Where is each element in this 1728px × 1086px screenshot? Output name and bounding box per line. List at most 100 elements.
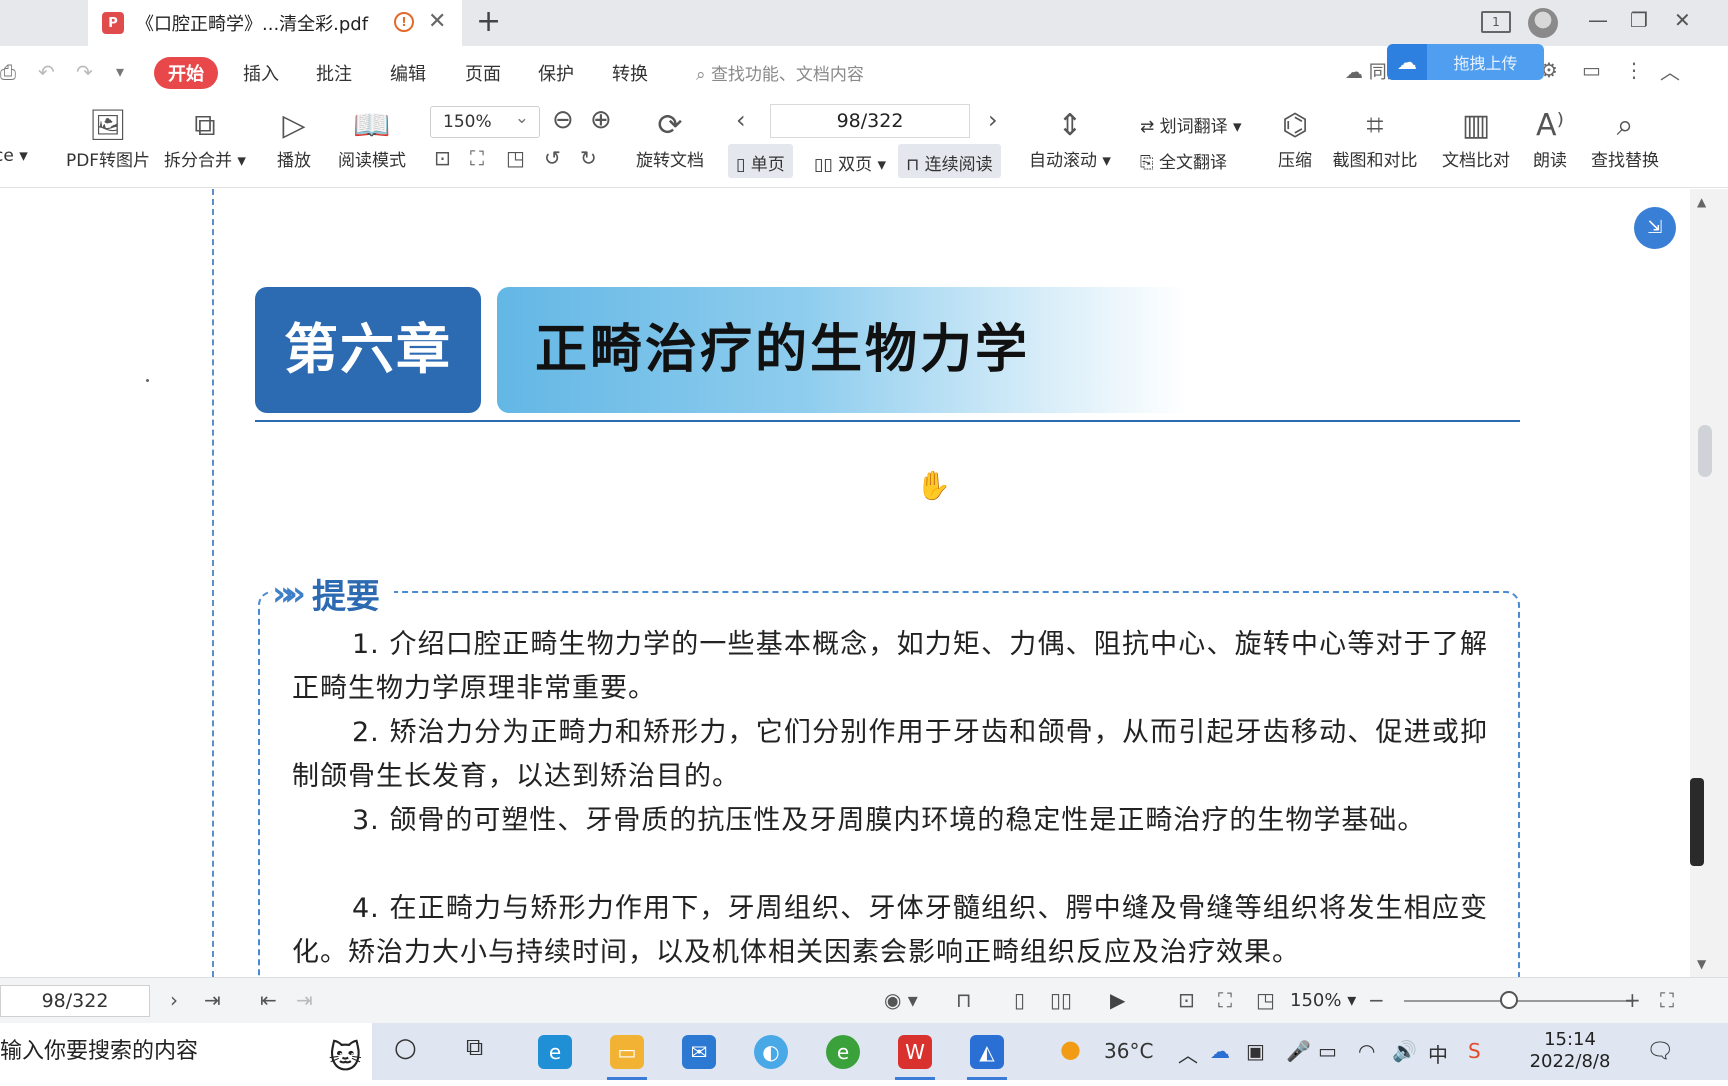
screenshot-compare-button[interactable]: ⌗ 截图和对比: [1330, 106, 1420, 171]
temperature[interactable]: 36°C: [1104, 1039, 1153, 1063]
volume-icon[interactable]: 🔊: [1392, 1039, 1417, 1063]
menu-page[interactable]: 页面: [465, 60, 501, 86]
zoom-out-icon[interactable]: ⊖: [552, 100, 574, 140]
function-search[interactable]: ⌕ 查找功能、文档内容: [696, 60, 864, 85]
last-page-icon[interactable]: ⇥: [204, 988, 221, 1012]
notification-icon[interactable]: 🗨: [1646, 1039, 1674, 1064]
rotate-document-button[interactable]: ⟳ 旋转文档: [630, 106, 710, 171]
scroll-thumb[interactable]: [1698, 425, 1712, 477]
task-view-icon[interactable]: ⧉: [466, 1033, 483, 1061]
tray-expand-icon[interactable]: ︿: [1178, 1039, 1198, 1068]
split-merge-button[interactable]: ⧉ 拆分合并 ▾: [160, 106, 250, 171]
ie-browser-icon[interactable]: e: [826, 1035, 860, 1069]
next-page-icon[interactable]: ›: [170, 988, 178, 1012]
rotate-left-icon[interactable]: ↺: [544, 146, 561, 170]
redo-icon[interactable]: ↷: [76, 60, 93, 84]
auto-scroll-button[interactable]: ⇕ 自动滚动 ▾: [1024, 106, 1116, 171]
actual-size-icon[interactable]: ⊡: [434, 146, 451, 170]
edge-icon[interactable]: e: [538, 1035, 572, 1069]
zoom-select[interactable]: 150%: [430, 106, 540, 138]
zoom-slider-track[interactable]: [1404, 1000, 1634, 1002]
warning-icon[interactable]: !: [394, 12, 414, 32]
quick-access-dropdown-icon[interactable]: ▾: [116, 62, 124, 81]
restore-icon[interactable]: ❐: [1630, 8, 1648, 32]
qq-browser-icon[interactable]: ◐: [754, 1035, 788, 1069]
play-button[interactable]: ▷ 播放: [270, 106, 318, 171]
single-page-button[interactable]: ▯ 单页: [728, 144, 793, 178]
more-icon[interactable]: ⋮: [1624, 58, 1644, 82]
compress-button[interactable]: ⌬ 压缩: [1270, 106, 1320, 171]
single-view-icon[interactable]: ▯: [1014, 988, 1025, 1012]
cortana-icon[interactable]: ○: [394, 1033, 417, 1063]
status-page-input[interactable]: 98/322: [0, 985, 150, 1017]
page-number-input[interactable]: 98/322: [770, 104, 970, 138]
undo-icon[interactable]: ↶: [38, 60, 55, 84]
menu-edit[interactable]: 编辑: [390, 60, 426, 86]
close-tab-icon[interactable]: ✕: [428, 9, 446, 34]
word-translate-button[interactable]: ⇄ 划词翻译 ▾: [1140, 112, 1242, 137]
read-mode-button[interactable]: 📖 阅读模式: [332, 106, 412, 171]
mail-icon[interactable]: ✉: [682, 1035, 716, 1069]
find-replace-button[interactable]: ⌕ 查找替换: [1588, 106, 1662, 171]
new-tab-button[interactable]: +: [476, 4, 501, 39]
double-view-icon[interactable]: ▯▯: [1050, 988, 1072, 1012]
comment-icon[interactable]: ▭: [1582, 58, 1601, 82]
fit-page-status-icon[interactable]: ⛶: [1218, 988, 1232, 1012]
rotate-right-icon[interactable]: ↻: [580, 146, 597, 170]
cloud-upload-button[interactable]: ☁ 拖拽上传: [1387, 44, 1544, 80]
menu-convert[interactable]: 转换: [612, 60, 648, 86]
wifi-icon[interactable]: ◠: [1358, 1039, 1375, 1063]
actual-size-status-icon[interactable]: ⊡: [1178, 988, 1195, 1012]
close-window-icon[interactable]: ✕: [1674, 8, 1691, 32]
status-zoom-value[interactable]: 150% ▾: [1290, 990, 1356, 1011]
zoom-slider-knob[interactable]: [1500, 991, 1518, 1009]
fit-width-status-icon[interactable]: ◳: [1256, 988, 1275, 1012]
pdf-to-image-button[interactable]: 🖼 PDF转图片: [48, 106, 168, 171]
fullscreen-icon[interactable]: ⛶: [1660, 988, 1674, 1012]
previous-page-icon[interactable]: ‹: [736, 106, 746, 134]
eye-protect-icon[interactable]: ◉ ▾: [884, 988, 918, 1012]
collapse-ribbon-icon[interactable]: ︿: [1660, 56, 1680, 85]
avatar[interactable]: [1528, 8, 1558, 38]
baidu-netdisk-tray-icon[interactable]: ☁: [1210, 1039, 1230, 1063]
zoom-in-status-icon[interactable]: +: [1624, 988, 1641, 1012]
floating-tool-button[interactable]: ⇲: [1634, 207, 1676, 249]
double-page-button[interactable]: ▯▯ 双页 ▾: [806, 144, 894, 178]
menu-protect[interactable]: 保护: [538, 60, 574, 86]
zoom-out-status-icon[interactable]: −: [1368, 988, 1385, 1012]
document-tab[interactable]: P 《口腔正畸学》...清全彩.pdf ! ✕: [88, 0, 462, 46]
menu-insert[interactable]: 插入: [243, 60, 279, 86]
ime-indicator[interactable]: 中: [1428, 1039, 1448, 1068]
continuous-view-icon[interactable]: ⊓: [956, 988, 972, 1012]
next-page-icon[interactable]: ›: [988, 106, 998, 134]
scroll-up-icon[interactable]: ▲: [1697, 195, 1706, 209]
print-icon[interactable]: ⎙: [0, 60, 16, 84]
file-explorer-icon[interactable]: ▭: [610, 1035, 644, 1069]
menu-start[interactable]: 开始: [154, 57, 218, 89]
play-slideshow-icon[interactable]: ▶: [1110, 988, 1125, 1012]
menu-annotate[interactable]: 批注: [316, 60, 352, 86]
scroll-down-icon[interactable]: ▼: [1697, 957, 1706, 971]
clock[interactable]: 15:14 2022/8/8: [1524, 1029, 1616, 1073]
sogou-ime-icon[interactable]: S: [1468, 1039, 1481, 1063]
read-aloud-button[interactable]: A⁾ 朗读: [1530, 106, 1570, 171]
full-translate-button[interactable]: ⎘ 全文翻译: [1140, 148, 1227, 173]
tray-app-icon[interactable]: ▣: [1246, 1039, 1265, 1063]
forward-icon[interactable]: ⇥: [296, 988, 313, 1012]
window-layout-icon[interactable]: 1: [1481, 11, 1511, 33]
document-viewport[interactable]: 第六章 正畸治疗的生物力学 ✋ »» 提要 1. 介绍口腔正畸生物力学的一些基本…: [0, 189, 1690, 977]
wps-icon[interactable]: W: [898, 1035, 932, 1069]
continuous-read-button[interactable]: ⊓ 连续阅读: [898, 144, 1001, 178]
toolbar-cut-off-item[interactable]: ce ▾: [0, 146, 28, 166]
microphone-icon[interactable]: 🎤: [1286, 1039, 1311, 1063]
zoom-in-icon[interactable]: ⊕: [590, 100, 612, 140]
battery-icon[interactable]: ▭: [1318, 1039, 1337, 1063]
back-icon[interactable]: ⇤: [260, 988, 277, 1012]
taskbar-search[interactable]: 输入你要搜索的内容 🐱: [0, 1023, 372, 1080]
minimize-icon[interactable]: —: [1588, 8, 1608, 32]
doc-compare-button[interactable]: ▥ 文档比对: [1440, 106, 1512, 171]
weather-sun-icon[interactable]: ●: [1060, 1035, 1081, 1063]
meeting-icon[interactable]: ◭: [970, 1035, 1004, 1069]
fit-page-icon[interactable]: ⛶: [470, 146, 484, 170]
fit-width-icon[interactable]: ◳: [506, 146, 525, 170]
